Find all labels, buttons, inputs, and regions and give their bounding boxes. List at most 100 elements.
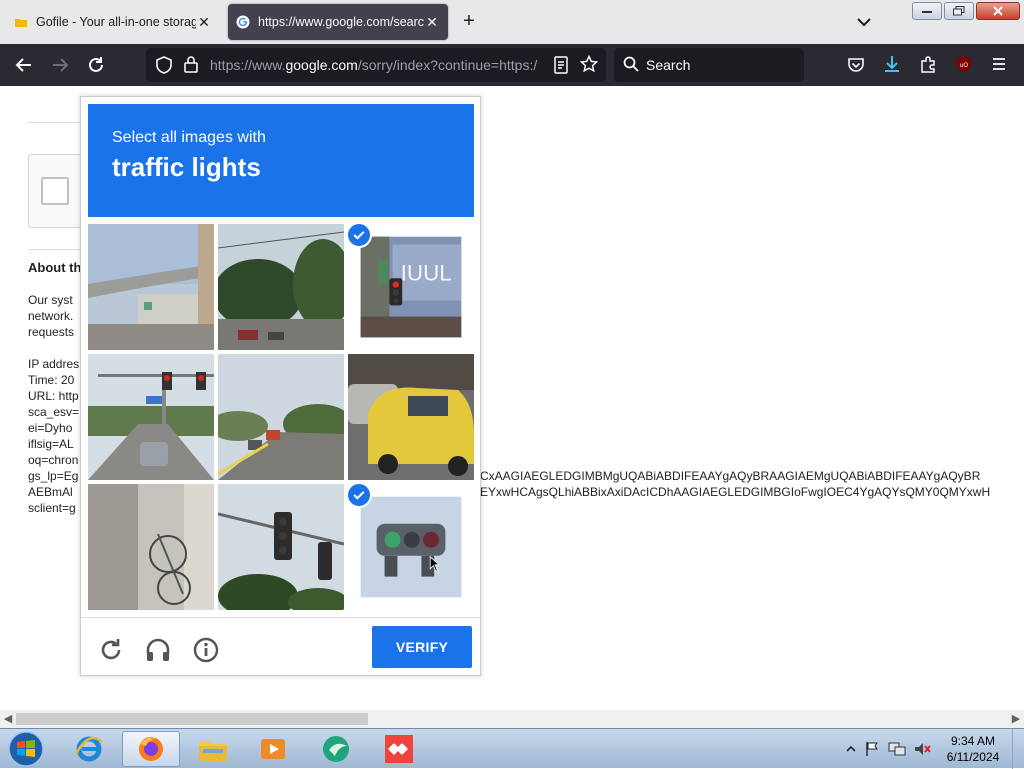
lock-icon[interactable] xyxy=(183,55,199,73)
tab-title: https://www.google.com/search xyxy=(258,15,424,29)
detail-line: gs_lp=Eg xyxy=(28,469,79,483)
tab-close-icon[interactable]: ✕ xyxy=(196,14,212,31)
network-icon[interactable] xyxy=(888,741,906,757)
taskbar-app-green[interactable] xyxy=(308,731,366,767)
ublock-origin-icon[interactable]: uO xyxy=(955,55,973,73)
url-domain: google.com xyxy=(285,57,358,73)
back-arrow-icon xyxy=(15,58,31,72)
info-button[interactable] xyxy=(192,636,220,664)
show-hidden-icons-icon[interactable] xyxy=(846,744,856,754)
image-tile-1[interactable] xyxy=(88,224,214,350)
detail-line: IP addres xyxy=(28,357,80,371)
horizontal-scrollbar[interactable]: ◀ ▶ xyxy=(0,710,1024,728)
action-center-flag-icon[interactable] xyxy=(864,741,880,757)
image-tile-7[interactable] xyxy=(88,484,214,610)
tab-close-icon[interactable]: ✕ xyxy=(424,14,440,31)
divider xyxy=(28,249,88,250)
verify-button[interactable]: VERIFY xyxy=(372,626,472,668)
google-favicon-icon xyxy=(236,15,250,29)
taskbar-file-explorer[interactable] xyxy=(184,731,242,767)
hamburger-menu-icon[interactable] xyxy=(991,56,1007,72)
recaptcha-widget xyxy=(28,154,88,228)
image-tile-3[interactable]: IUUL xyxy=(348,224,474,350)
image-tile-9[interactable] xyxy=(348,484,474,610)
shield-icon[interactable] xyxy=(155,56,173,74)
start-button[interactable] xyxy=(6,731,46,767)
road-trees-image xyxy=(218,354,344,480)
restore-icon xyxy=(953,6,965,16)
search-placeholder[interactable]: Search xyxy=(646,57,690,73)
internet-explorer-icon xyxy=(74,736,103,762)
restore-button[interactable] xyxy=(944,2,974,20)
recaptcha-challenge-popup: Select all images with traffic lights IU… xyxy=(80,96,481,676)
pocket-icon[interactable] xyxy=(847,56,865,74)
media-player-icon xyxy=(261,739,285,759)
challenge-instruction: Select all images with xyxy=(112,129,266,146)
window-controls xyxy=(912,2,1020,20)
detail-line: Time: 20 xyxy=(28,373,75,387)
detail-line: oq=chron xyxy=(28,453,79,467)
back-button[interactable] xyxy=(13,54,35,76)
url-text[interactable]: https://www.google.com/sorry/index?conti… xyxy=(210,57,544,73)
scroll-left-arrow-icon[interactable]: ◀ xyxy=(1,712,15,726)
tab-gofile[interactable]: Gofile - Your all-in-one storage ✕ xyxy=(6,4,220,40)
about-heading: About th xyxy=(28,260,82,275)
forward-arrow-icon xyxy=(53,58,69,72)
detail-line: URL: http xyxy=(28,389,79,403)
gofile-favicon-icon xyxy=(15,19,27,27)
detail-line: AEBmAl xyxy=(28,485,73,499)
windows-start-orb-icon xyxy=(8,731,44,767)
minimize-icon xyxy=(922,11,932,13)
firefox-icon xyxy=(139,737,163,761)
detail-line: sclient=g xyxy=(28,501,76,515)
search-icon xyxy=(623,56,639,72)
info-icon xyxy=(193,637,219,663)
image-tile-8[interactable] xyxy=(218,484,344,610)
paragraph-line: Our syst xyxy=(28,293,73,307)
system-clock[interactable]: 9:34 AM 6/11/2024 xyxy=(938,733,1008,765)
scroll-right-arrow-icon[interactable]: ▶ xyxy=(1009,712,1023,726)
taskbar-internet-explorer[interactable] xyxy=(60,731,118,767)
svg-text:IUUL: IUUL xyxy=(401,261,452,286)
forward-button[interactable] xyxy=(49,54,71,76)
road-traffic-lights-image xyxy=(88,354,214,480)
bookmark-star-icon[interactable] xyxy=(580,55,598,73)
new-tab-button[interactable]: + xyxy=(458,10,480,32)
tab-strip: Gofile - Your all-in-one storage ✕ https… xyxy=(0,0,1024,44)
taskbar-firefox[interactable] xyxy=(122,731,180,767)
gs-lp-continued: EYxwHCAgsQLhiABBixAxiDAcICDhAAGIAEGLEDGI… xyxy=(480,485,991,499)
extensions-puzzle-icon[interactable] xyxy=(919,55,937,73)
search-bar[interactable] xyxy=(614,48,804,82)
image-tile-2[interactable] xyxy=(218,224,344,350)
traffic-light-storefront-image: IUUL xyxy=(360,236,462,338)
scrollbar-thumb[interactable] xyxy=(16,713,368,725)
divider xyxy=(28,122,88,123)
show-desktop-button[interactable] xyxy=(1012,729,1024,769)
url-path: /sorry/index?continue=https:/ xyxy=(357,57,538,73)
image-tile-4[interactable] xyxy=(88,354,214,480)
mouse-cursor-icon xyxy=(429,556,441,572)
trees-intersection-image xyxy=(218,224,344,350)
windows-taskbar: 9:34 AM 6/11/2024 xyxy=(0,728,1024,769)
audio-challenge-button[interactable] xyxy=(144,636,172,664)
detail-line: sca_esv= xyxy=(28,405,80,419)
volume-muted-icon[interactable] xyxy=(914,741,932,757)
reload-challenge-button[interactable] xyxy=(97,636,125,664)
reload-icon xyxy=(101,639,121,660)
reader-view-icon[interactable] xyxy=(553,56,569,74)
image-grid: IUUL xyxy=(88,224,474,610)
list-tabs-chevron-icon[interactable] xyxy=(854,12,874,32)
close-window-button[interactable] xyxy=(976,2,1020,20)
reload-icon xyxy=(89,57,103,72)
image-tile-6[interactable] xyxy=(348,354,474,480)
recaptcha-checkbox[interactable] xyxy=(41,177,69,205)
minimize-button[interactable] xyxy=(912,2,942,20)
taskbar-anydesk[interactable] xyxy=(370,731,428,767)
wall-bicycle-image xyxy=(88,484,214,610)
challenge-header: Select all images with traffic lights xyxy=(88,104,474,217)
reload-button[interactable] xyxy=(85,54,107,76)
taskbar-media-player[interactable] xyxy=(244,731,302,767)
image-tile-5[interactable] xyxy=(218,354,344,480)
downloads-icon[interactable] xyxy=(883,55,901,73)
tab-google[interactable]: https://www.google.com/search ✕ xyxy=(228,4,448,40)
